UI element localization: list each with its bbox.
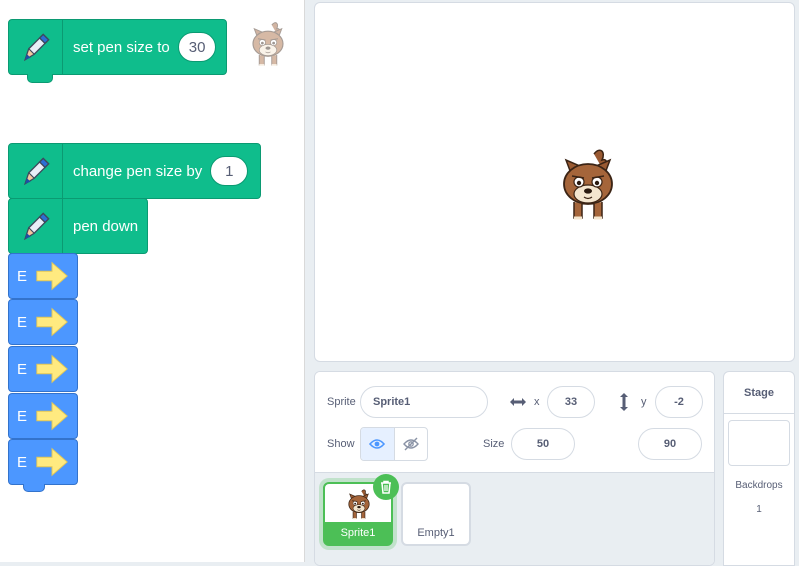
sprite-tile-label: Sprite1: [325, 522, 391, 544]
change-pen-size-block[interactable]: change pen size by 1: [8, 143, 261, 199]
pen-size-change-input[interactable]: 1: [210, 156, 249, 186]
show-visible-button[interactable]: [361, 428, 394, 460]
y-input[interactable]: -2: [655, 386, 703, 418]
extension-block[interactable]: E: [8, 299, 78, 345]
block-label: E: [17, 360, 28, 378]
sprite-name-input[interactable]: Sprite1: [360, 386, 488, 418]
arrow-right-icon: [33, 257, 71, 295]
stage-canvas[interactable]: [314, 2, 795, 362]
arrow-right-icon: [33, 350, 71, 388]
size-label: Size: [483, 438, 505, 450]
block-notch: [27, 74, 53, 83]
sprite-label: Sprite: [327, 396, 356, 408]
y-label: y: [641, 396, 647, 408]
extension-block[interactable]: E: [8, 439, 78, 492]
pen-icon: [9, 20, 63, 74]
extension-block[interactable]: E: [8, 346, 78, 392]
eye-icon: [369, 439, 386, 449]
pen-size-input[interactable]: 30: [177, 32, 217, 62]
code-area: set pen size to 30 change pen size by 1 …: [0, 0, 305, 562]
pen-down-block[interactable]: pen down: [8, 198, 148, 254]
block-label: E: [17, 453, 28, 471]
eye-slash-icon: [402, 437, 419, 451]
arrow-right-icon: [33, 397, 71, 435]
stage-selector[interactable]: Stage Backdrops 1: [723, 371, 795, 566]
size-input[interactable]: 50: [511, 428, 575, 460]
extension-block[interactable]: E: [8, 393, 78, 439]
block-notch: [23, 484, 45, 492]
x-label: x: [534, 396, 540, 408]
block-label: set pen size to: [73, 38, 170, 56]
cat-sprite[interactable]: [558, 146, 618, 226]
direction-input[interactable]: 90: [638, 428, 702, 460]
arrow-right-icon: [33, 303, 71, 341]
sprite-info: Sprite Sprite1 x 33 y -2 Show Size 50 90: [315, 372, 714, 473]
stage-title: Stage: [724, 372, 794, 414]
show-label: Show: [327, 438, 355, 450]
sprite-info-pane: Sprite Sprite1 x 33 y -2 Show Size 50 90…: [314, 371, 715, 566]
x-input[interactable]: 33: [547, 386, 595, 418]
extension-block[interactable]: E: [8, 253, 78, 299]
backdrops-count: 1: [756, 504, 762, 515]
set-pen-size-block[interactable]: set pen size to 30: [8, 19, 227, 83]
stage-thumbnail[interactable]: [728, 420, 790, 466]
vertical-arrows-icon: [620, 393, 628, 411]
sprite-thumbnail: [346, 488, 372, 522]
block-label: E: [17, 313, 28, 331]
pen-icon: [9, 199, 63, 253]
sprite-list: Sprite1 Empty1: [315, 473, 714, 565]
block-label: E: [17, 267, 28, 285]
block-label: pen down: [73, 217, 139, 235]
sprite-ghost-icon[interactable]: [248, 20, 288, 70]
delete-sprite-button[interactable]: [373, 474, 399, 500]
sprite-tile-label: Empty1: [417, 527, 455, 539]
visibility-toggle: [360, 427, 428, 461]
pen-icon: [9, 144, 63, 198]
horizontal-arrows-icon: [510, 398, 526, 406]
sprite-tile-empty1[interactable]: Empty1: [401, 482, 471, 546]
hide-sprite-button[interactable]: [393, 428, 428, 460]
trash-icon: [381, 480, 391, 494]
arrow-right-icon: [33, 443, 71, 481]
block-label: E: [17, 407, 28, 425]
block-label: change pen size by: [73, 162, 203, 180]
backdrops-label: Backdrops: [735, 480, 783, 491]
